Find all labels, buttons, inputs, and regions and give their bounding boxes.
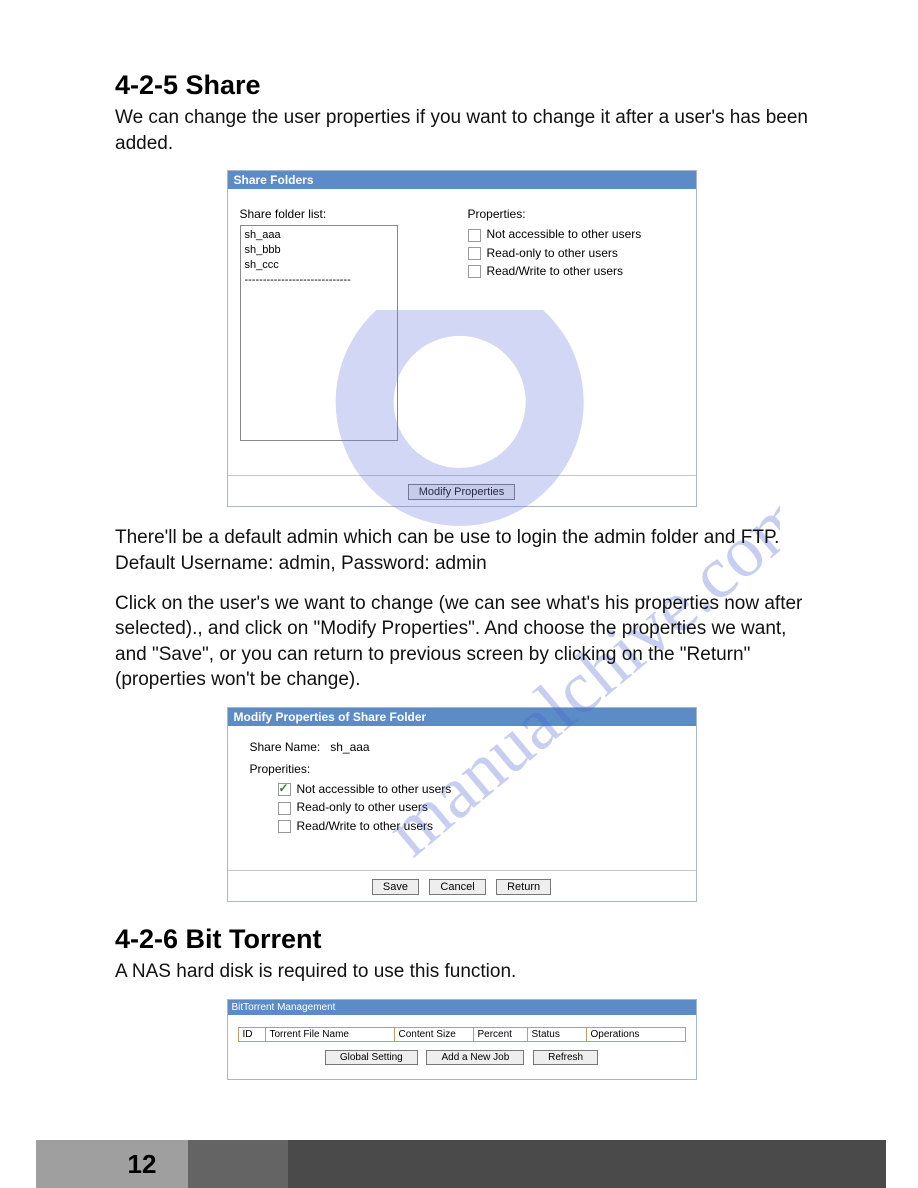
- list-item[interactable]: sh_ccc: [245, 258, 393, 273]
- add-new-job-button[interactable]: Add a New Job: [426, 1050, 524, 1065]
- panel3-header: BitTorrent Management: [228, 1000, 696, 1015]
- col-size: Content Size: [395, 1028, 474, 1041]
- col-id: ID: [239, 1028, 266, 1041]
- col-operations: Operations: [587, 1028, 685, 1041]
- return-button[interactable]: Return: [496, 879, 551, 895]
- save-button[interactable]: Save: [372, 879, 419, 895]
- refresh-button[interactable]: Refresh: [533, 1050, 598, 1065]
- checkbox-not-accessible-2[interactable]: [278, 783, 291, 796]
- opt-read-write: Read/Write to other users: [487, 264, 624, 278]
- modify-properties-button[interactable]: Modify Properties: [408, 484, 516, 500]
- folder-listbox[interactable]: sh_aaa sh_bbb sh_ccc -------------------…: [240, 225, 398, 441]
- panel1-header: Share Folders: [228, 171, 696, 189]
- properties-label: Properties:: [468, 207, 642, 221]
- panel2-properties-label: Properities:: [250, 762, 674, 776]
- global-setting-button[interactable]: Global Setting: [325, 1050, 418, 1065]
- section-heading-share: 4-2-5 Share: [115, 70, 808, 101]
- share-intro: We can change the user properties if you…: [115, 105, 808, 156]
- col-percent: Percent: [474, 1028, 528, 1041]
- col-status: Status: [528, 1028, 587, 1041]
- list-item[interactable]: sh_aaa: [245, 228, 393, 243]
- modify-properties-panel: Modify Properties of Share Folder Share …: [227, 707, 697, 902]
- share-para2: There'll be a default admin which can be…: [115, 525, 808, 576]
- opt2-read-write: Read/Write to other users: [297, 819, 434, 833]
- page-footer: 12: [36, 1140, 886, 1188]
- checkbox-read-only-2[interactable]: [278, 802, 291, 815]
- list-item[interactable]: sh_bbb: [245, 243, 393, 258]
- opt2-not-accessible: Not accessible to other users: [297, 782, 452, 796]
- panel2-header: Modify Properties of Share Folder: [228, 708, 696, 726]
- bt-table-header: ID Torrent File Name Content Size Percen…: [238, 1027, 686, 1042]
- folder-list-label: Share folder list:: [240, 207, 398, 221]
- opt2-read-only: Read-only to other users: [297, 800, 428, 814]
- bittorrent-intro: A NAS hard disk is required to use this …: [115, 959, 808, 985]
- section-heading-bittorrent: 4-2-6 Bit Torrent: [115, 924, 808, 955]
- checkbox-not-accessible[interactable]: [468, 229, 481, 242]
- opt-not-accessible: Not accessible to other users: [487, 227, 642, 241]
- checkbox-read-write-2[interactable]: [278, 820, 291, 833]
- checkbox-read-only[interactable]: [468, 247, 481, 260]
- checkbox-read-write[interactable]: [468, 265, 481, 278]
- cancel-button[interactable]: Cancel: [429, 879, 485, 895]
- share-name-label: Share Name:: [250, 740, 321, 754]
- share-name-value: sh_aaa: [330, 740, 369, 754]
- bittorrent-panel: BitTorrent Management ID Torrent File Na…: [227, 999, 697, 1080]
- col-name: Torrent File Name: [266, 1028, 395, 1041]
- page-number: 12: [96, 1140, 188, 1188]
- share-folders-panel: Share Folders Share folder list: sh_aaa …: [227, 170, 697, 507]
- list-separator: -----------------------------: [245, 273, 393, 288]
- opt-read-only: Read-only to other users: [487, 246, 618, 260]
- share-para3: Click on the user's we want to change (w…: [115, 591, 808, 694]
